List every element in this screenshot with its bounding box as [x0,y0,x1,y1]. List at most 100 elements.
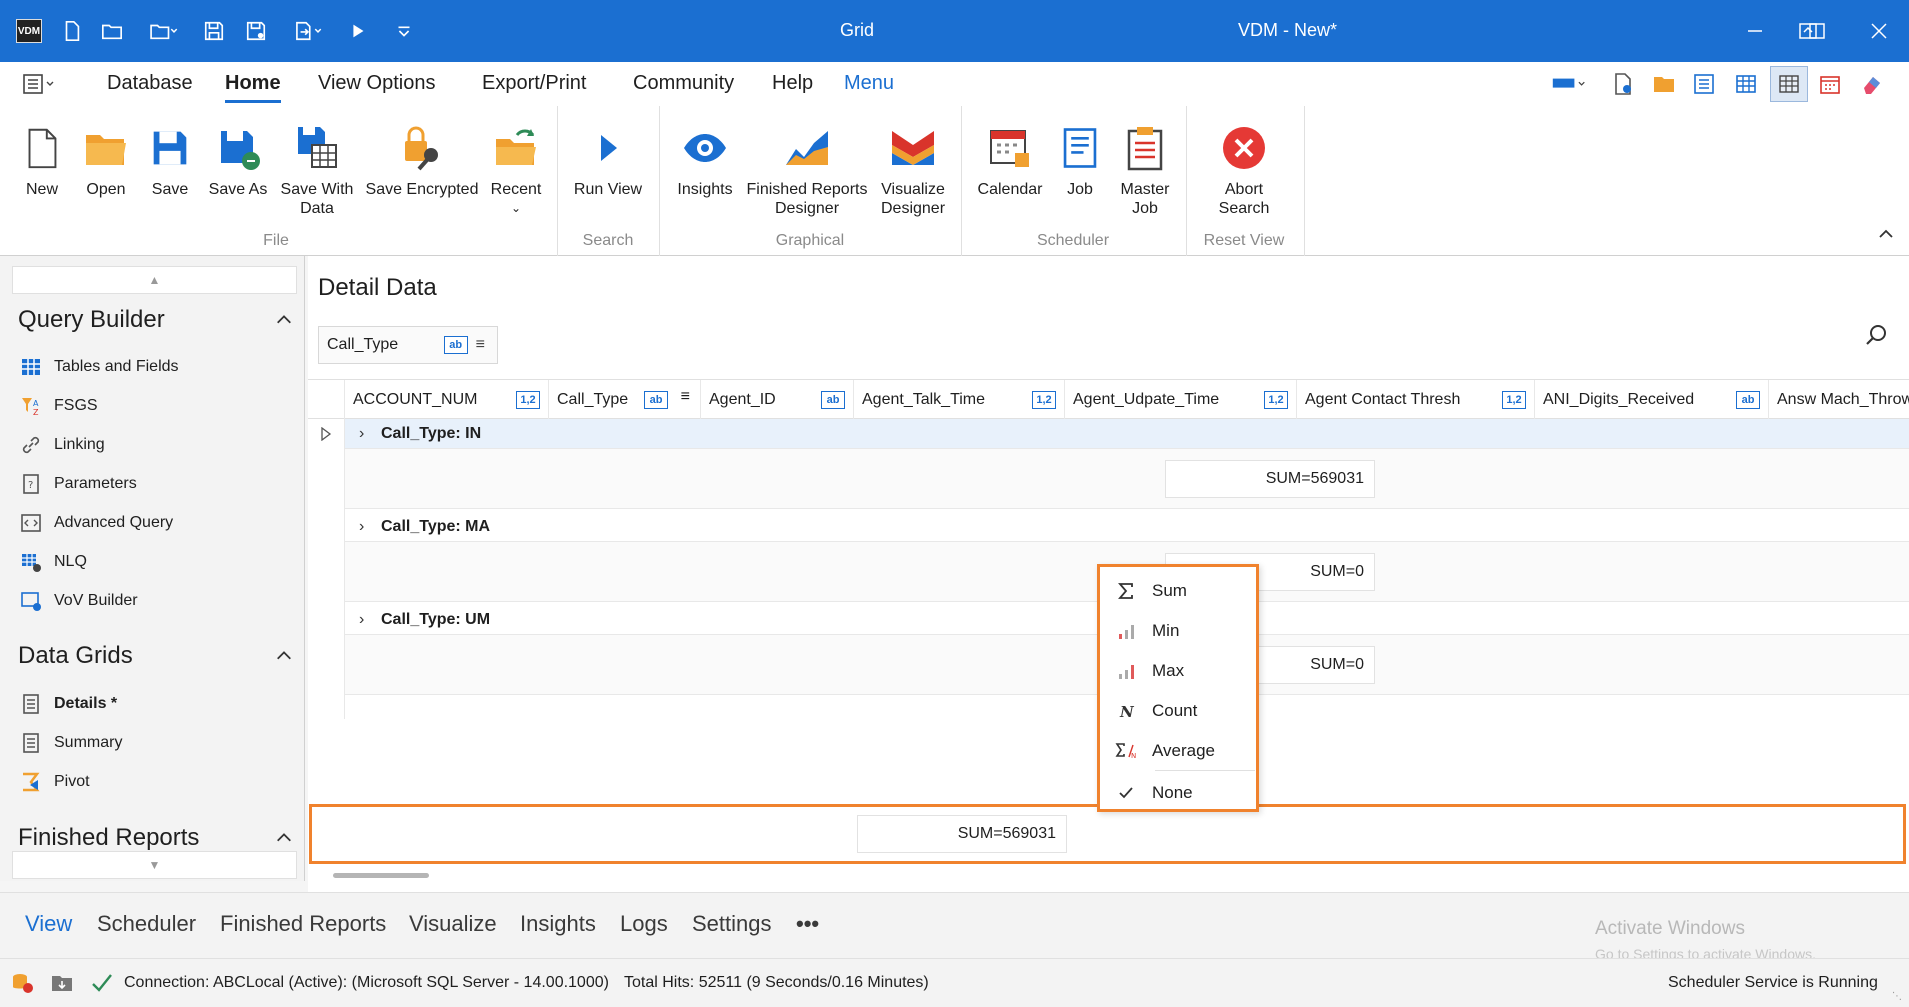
group-row-ma[interactable]: › Call_Type: MA [345,512,1909,542]
save-encrypted-button[interactable]: Save Encrypted [364,116,480,199]
horizontal-scrollbar[interactable] [333,873,429,878]
settings-doc-icon[interactable] [1604,66,1642,102]
collapse-data-grids-icon[interactable] [275,647,293,670]
collapse-query-builder-icon[interactable] [275,311,293,334]
nav-linking[interactable]: Linking [20,434,105,456]
save-as-icon[interactable] [236,0,276,62]
nav-vov-builder[interactable]: VoV Builder [20,590,138,612]
calendar-button[interactable]: Calendar [974,116,1046,199]
column-agent-id[interactable]: Agent_ID ab [701,380,854,420]
nav-pivot[interactable]: Pivot [20,771,90,793]
sort-icon[interactable]: ≡ [476,336,485,354]
grand-total-sum-cell[interactable]: SUM=569031 [857,815,1067,853]
nav-fsgs[interactable]: AZ FSGS [20,395,98,417]
run-icon[interactable] [338,0,378,62]
menu-home[interactable]: Home [225,72,281,103]
menu-item-max[interactable]: Max [1100,653,1256,689]
sort-icon[interactable]: ≡ [681,388,690,406]
bottom-tab-visualize[interactable]: Visualize [409,911,497,937]
folder-icon[interactable] [1645,66,1683,102]
menu-view-options[interactable]: View Options [318,72,435,95]
column-account-num[interactable]: ACCOUNT_NUM 1,2 [345,380,549,420]
abort-search-button[interactable]: Abort Search [1206,116,1282,218]
recent-button[interactable]: Recent ⌄ [490,116,542,218]
menu-community[interactable]: Community [633,72,734,95]
scroll-up-button[interactable]: ▲ [12,266,297,294]
bottom-tab-finished-reports[interactable]: Finished Reports [220,911,386,937]
column-header-row: ACCOUNT_NUM 1,2 Call_Type ab ≡ Agent_ID … [308,379,1909,420]
column-agent-update-time[interactable]: Agent_Udpate_Time 1,2 [1065,380,1297,420]
new-file-icon[interactable] [52,0,92,62]
column-ani-digits-received[interactable]: ANI_Digits_Received ab [1535,380,1769,420]
data-grids-heading[interactable]: Data Grids [18,642,133,670]
master-job-button[interactable]: Master Job [1112,116,1178,218]
save-button[interactable]: Save [146,116,194,199]
menu-item-min[interactable]: Min [1100,613,1256,649]
download-folder-icon[interactable] [50,971,74,995]
eraser-icon[interactable] [1853,66,1891,102]
nav-nlq[interactable]: NLQ [20,551,87,573]
query-builder-heading[interactable]: Query Builder [18,306,165,334]
expand-chevron-icon[interactable]: › [359,518,381,536]
visualize-designer-button[interactable]: Visualize Designer [876,116,950,218]
app-menu-icon[interactable] [22,72,56,96]
nav-parameters[interactable]: ? Parameters [20,473,137,495]
expand-chevron-icon[interactable]: › [359,425,381,443]
more-tabs-icon[interactable]: ••• [796,911,819,937]
run-view-button[interactable]: Run View [570,116,646,199]
bottom-tab-logs[interactable]: Logs [620,911,668,937]
save-as-button[interactable]: Save As [206,116,270,199]
finished-reports-designer-button[interactable]: Finished Reports Designer [746,116,868,218]
finished-reports-heading[interactable]: Finished Reports [18,824,199,852]
menu-help[interactable]: Help [772,72,813,95]
column-agent-talk-time[interactable]: Agent_Talk_Time 1,2 [854,380,1065,420]
menu-export-print[interactable]: Export/Print [482,72,586,95]
expand-chevron-icon[interactable]: › [359,611,381,629]
customize-toolbar-icon[interactable] [384,0,424,62]
save-icon[interactable] [194,0,234,62]
menu-database[interactable]: Database [107,72,193,95]
job-button[interactable]: Job [1058,116,1102,199]
group-sum-cell[interactable]: SUM=569031 [1165,460,1375,498]
calendar-icon[interactable] [1811,66,1849,102]
menu-item-average[interactable]: N Average [1100,733,1256,769]
resize-grip-icon[interactable]: ⋱ [1892,991,1902,1002]
column-answ-mach-throw[interactable]: Answ Mach_Throw [1769,380,1909,420]
insights-button[interactable]: Insights [672,116,738,199]
details-grid-view-icon[interactable] [1770,66,1808,102]
export-dropdown-icon[interactable] [282,0,332,62]
nav-tables-and-fields[interactable]: Tables and Fields [20,356,179,378]
theme-selector-icon[interactable] [1546,66,1592,102]
grid-view-icon[interactable] [1727,66,1765,102]
group-row-in[interactable]: › Call_Type: IN [345,419,1909,449]
expand-all-icon[interactable] [319,427,333,441]
search-icon[interactable] [1864,322,1890,348]
bottom-tab-scheduler[interactable]: Scheduler [97,911,196,937]
maximize-button[interactable] [1787,0,1847,62]
new-button[interactable]: New [18,116,66,199]
recent-folder-dropdown-icon[interactable] [138,0,188,62]
list-view-icon[interactable] [1685,66,1723,102]
open-button[interactable]: Open [80,116,132,199]
group-by-chip[interactable]: Call_Type ab ≡ [318,326,498,364]
nav-summary[interactable]: Summary [20,732,122,754]
minimize-button[interactable] [1725,0,1785,62]
menu-item-count[interactable]: N Count [1100,693,1256,729]
menu-menu[interactable]: Menu [844,72,894,95]
collapse-ribbon-icon[interactable] [1876,224,1896,244]
menu-item-none[interactable]: None [1100,775,1256,811]
close-button[interactable] [1849,0,1909,62]
nav-advanced-query[interactable]: Advanced Query [20,512,173,534]
scroll-down-button[interactable]: ▼ [12,851,297,879]
menu-item-sum[interactable]: Sum [1100,573,1256,609]
open-folder-icon[interactable] [92,0,132,62]
bottom-tab-settings[interactable]: Settings [692,911,772,937]
nav-details[interactable]: Details * [20,693,117,715]
bottom-tab-insights[interactable]: Insights [520,911,596,937]
column-agent-contact-thresh[interactable]: Agent Contact Thresh 1,2 [1297,380,1535,420]
calendar-icon [990,130,1029,167]
bottom-tab-view[interactable]: View [25,911,72,937]
save-with-data-button[interactable]: Save With Data [280,116,354,218]
collapse-finished-reports-icon[interactable] [275,829,293,852]
column-call-type[interactable]: Call_Type ab ≡ [549,380,701,420]
